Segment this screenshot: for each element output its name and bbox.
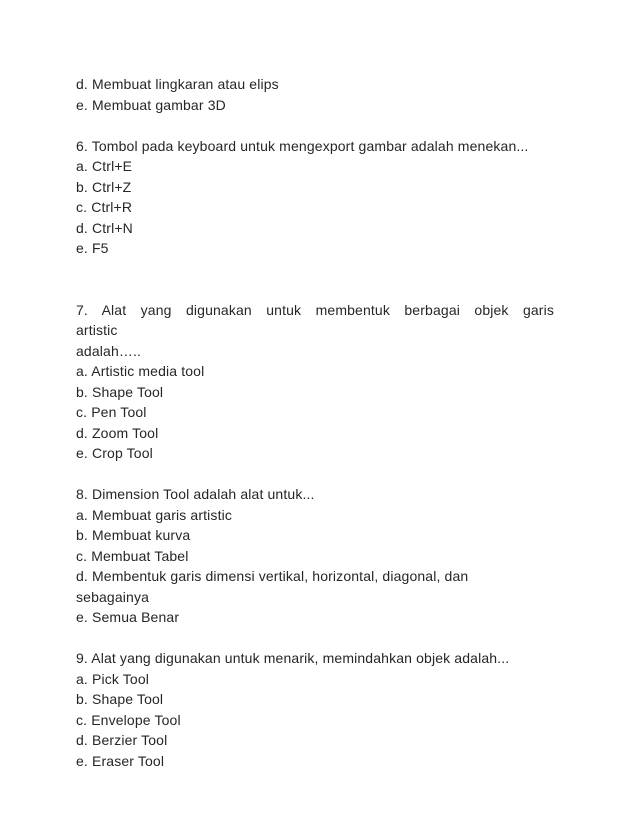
carryover-option-d: d. Membuat lingkaran atau elips [76, 76, 279, 92]
question-9-option-e: e. Eraser Tool [76, 752, 165, 769]
question-8-option-d: d. Membentuk garis dimensi vertikal, hor… [76, 568, 469, 584]
question-9-option-c: c. Envelope Tool [76, 711, 181, 728]
question-9-option-d: d. Berzier Tool [76, 732, 168, 748]
question-6-option-d: d. Ctrl+N [76, 219, 133, 236]
question-6-option-c: c. Ctrl+R [76, 199, 133, 215]
question-7-option-e: e. Crop Tool [76, 445, 153, 461]
question-8-option-e: e. Semua Benar [76, 609, 180, 625]
question-8-option-b: b. Membuat kurva [76, 527, 191, 543]
question-block-6: 6. Tombol pada keyboard untuk mengexport… [76, 136, 554, 259]
question-7-option-b: b. Shape Tool [76, 383, 164, 400]
question-7-option-a: a. Artistic media tool [76, 363, 205, 379]
question-6-option-a: a. Ctrl+E [76, 158, 133, 174]
document-page: d. Membuat lingkaran atau elips e. Membu… [0, 0, 638, 826]
question-9-option-b: b. Shape Tool [76, 691, 164, 707]
question-7-option-d: d. Zoom Tool [76, 424, 159, 441]
question-block-9: 9. Alat yang digunakan untuk menarik, me… [76, 648, 554, 771]
document-text-column: d. Membuat lingkaran atau elips e. Membu… [76, 74, 554, 771]
question-8-option-d-continuation: sebagainya [76, 588, 150, 605]
question-7-prompt-line-2: adalah….. [76, 342, 142, 359]
question-9-prompt: 9. Alat yang digunakan untuk menarik, me… [76, 650, 510, 666]
question-7-prompt-line-1: 7. Alat yang digunakan untuk membentuk b… [76, 301, 563, 339]
question-8-option-a: a. Membuat garis artistic [76, 506, 232, 523]
question-8-prompt: 8. Dimension Tool adalah alat untuk... [76, 486, 315, 502]
question-7-option-c: c. Pen Tool [76, 404, 147, 420]
question-block-8: 8. Dimension Tool adalah alat untuk... a… [76, 484, 554, 628]
question-block-7: 7. Alat yang digunakan untuk membentuk b… [76, 300, 554, 464]
carryover-option-e: e. Membuat gambar 3D [76, 96, 226, 113]
question-6-option-b: b. Ctrl+Z [76, 178, 132, 195]
question-6-prompt: 6. Tombol pada keyboard untuk mengexport… [76, 137, 529, 154]
carryover-option-group: d. Membuat lingkaran atau elips e. Membu… [76, 74, 554, 115]
question-6-option-e: e. F5 [76, 240, 109, 256]
question-8-option-c: c. Membuat Tabel [76, 547, 189, 564]
question-9-option-a: a. Pick Tool [76, 670, 150, 687]
